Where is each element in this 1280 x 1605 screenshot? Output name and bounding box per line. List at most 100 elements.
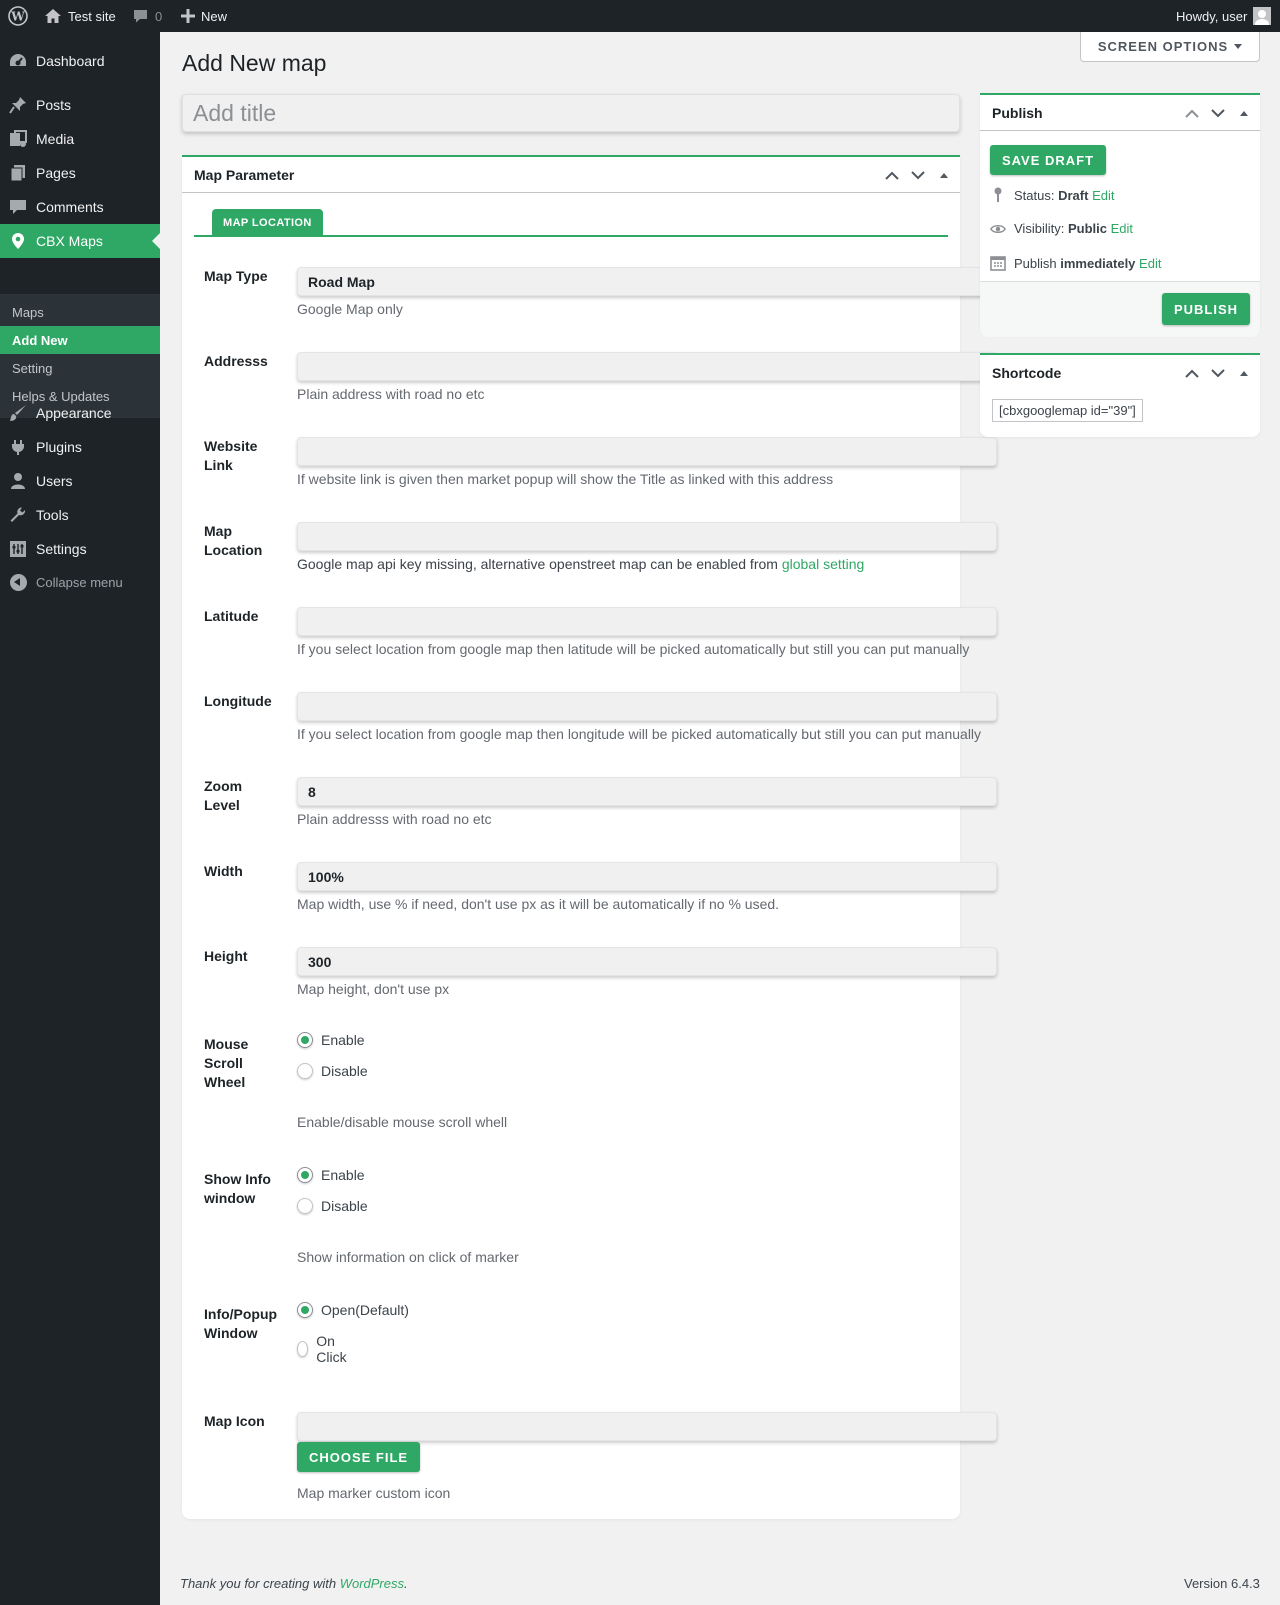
popup-open-radio[interactable]: Open(Default) bbox=[297, 1302, 409, 1318]
edit-date-link[interactable]: Edit bbox=[1139, 256, 1161, 271]
chevron-down-icon[interactable] bbox=[910, 167, 926, 183]
scroll-disable-radio[interactable]: Disable bbox=[297, 1063, 368, 1079]
map-type-select[interactable]: Road Map bbox=[297, 267, 997, 296]
infowin-enable-radio[interactable]: Enable bbox=[297, 1167, 365, 1183]
radio-unchecked-icon bbox=[297, 1063, 313, 1079]
submenu-add-new[interactable]: Add New bbox=[0, 326, 160, 354]
map-location-input[interactable] bbox=[297, 522, 997, 551]
infowin-disable-radio[interactable]: Disable bbox=[297, 1198, 368, 1214]
admin-sidebar: Dashboard Posts Media Pages Comments CBX… bbox=[0, 32, 160, 1605]
edit-visibility-link[interactable]: Edit bbox=[1111, 221, 1133, 236]
visibility-row: Visibility: Public Edit bbox=[990, 221, 1133, 236]
menu-label: Dashboard bbox=[36, 53, 105, 69]
visibility-value: Public bbox=[1067, 221, 1107, 236]
footer-version: Version 6.4.3 bbox=[1184, 1576, 1260, 1591]
submenu-setting[interactable]: Setting bbox=[12, 361, 52, 376]
svg-text:W: W bbox=[10, 10, 25, 24]
menu-users[interactable]: Users bbox=[0, 464, 160, 498]
comments-icon bbox=[0, 198, 36, 216]
website-link-input[interactable] bbox=[297, 437, 997, 466]
location-icon bbox=[0, 232, 36, 250]
menu-settings[interactable]: Settings bbox=[0, 532, 160, 566]
screen-options-button[interactable]: SCREEN OPTIONS bbox=[1080, 32, 1260, 62]
menu-plugins[interactable]: Plugins bbox=[0, 430, 160, 464]
status-label: Status: bbox=[1014, 187, 1055, 203]
collapse-menu-button[interactable]: Collapse menu bbox=[10, 574, 123, 591]
publish-title: Publish bbox=[992, 104, 1043, 121]
site-name-link[interactable]: Test site bbox=[44, 0, 116, 32]
settings-icon bbox=[0, 540, 36, 558]
menu-cbx-maps[interactable]: CBX Maps bbox=[0, 224, 160, 258]
menu-label: Tools bbox=[36, 507, 69, 523]
tab-map-location[interactable]: MAP LOCATION bbox=[212, 209, 323, 237]
menu-pages[interactable]: Pages bbox=[0, 156, 160, 190]
field-label: Width bbox=[204, 863, 243, 879]
menu-label: Plugins bbox=[36, 439, 82, 455]
scroll-enable-radio[interactable]: Enable bbox=[297, 1032, 365, 1048]
submenu-maps[interactable]: Maps bbox=[12, 305, 44, 320]
screen-options-label: SCREEN OPTIONS bbox=[1097, 39, 1229, 54]
radio-label: Enable bbox=[321, 1032, 365, 1048]
title-input[interactable]: Add title bbox=[182, 94, 960, 132]
wordpress-logo-icon[interactable]: W bbox=[8, 0, 28, 32]
longitude-input[interactable] bbox=[297, 692, 997, 721]
save-draft-button[interactable]: SAVE DRAFT bbox=[990, 145, 1106, 175]
menu-posts[interactable]: Posts bbox=[0, 88, 160, 122]
field-label: Map Type bbox=[204, 268, 268, 284]
collapse-triangle-icon[interactable] bbox=[1236, 105, 1252, 121]
field-label: Show Info window bbox=[204, 1171, 271, 1206]
map-parameter-header[interactable]: Map Parameter bbox=[182, 157, 960, 193]
field-label: Website Link bbox=[204, 438, 258, 473]
chevron-down-icon[interactable] bbox=[1210, 365, 1226, 381]
shortcode-value[interactable]: [cbxgooglemap id="39"] bbox=[992, 399, 1143, 422]
menu-comments[interactable]: Comments bbox=[0, 190, 160, 224]
radio-checked-icon bbox=[297, 1032, 313, 1048]
status-value: Draft bbox=[1058, 187, 1089, 203]
shortcode-header[interactable]: Shortcode bbox=[980, 355, 1260, 391]
caret-down-icon bbox=[1234, 44, 1243, 49]
field-label: Map Location bbox=[204, 523, 263, 558]
user-icon bbox=[0, 472, 36, 490]
radio-label: On Click bbox=[316, 1333, 347, 1365]
wordpress-link[interactable]: WordPress bbox=[340, 1576, 404, 1591]
field-label: Addresss bbox=[204, 353, 268, 369]
height-input[interactable]: 300 bbox=[297, 947, 997, 976]
map-icon-input[interactable] bbox=[297, 1412, 997, 1441]
media-icon bbox=[0, 130, 36, 148]
zoom-level-input[interactable]: 8 bbox=[297, 777, 997, 806]
field-description: Plain address with road no etc bbox=[297, 386, 485, 402]
field-label: Latitude bbox=[204, 608, 259, 624]
map-parameter-title: Map Parameter bbox=[194, 166, 295, 183]
latitude-input[interactable] bbox=[297, 607, 997, 636]
collapse-triangle-icon[interactable] bbox=[936, 167, 952, 183]
global-setting-link[interactable]: global setting bbox=[782, 556, 865, 572]
collapse-triangle-icon[interactable] bbox=[1236, 365, 1252, 381]
menu-label: Comments bbox=[36, 199, 104, 215]
chevron-down-icon[interactable] bbox=[1210, 105, 1226, 121]
menu-dashboard[interactable]: Dashboard bbox=[0, 44, 160, 78]
calendar-icon bbox=[990, 255, 1006, 271]
edit-status-link[interactable]: Edit bbox=[1092, 188, 1114, 203]
publish-button[interactable]: PUBLISH bbox=[1162, 293, 1250, 325]
field-description: Map width, use % if need, don't use px a… bbox=[297, 896, 780, 912]
shortcode-title: Shortcode bbox=[992, 365, 1062, 381]
comments-link[interactable]: 0 bbox=[132, 0, 162, 32]
menu-media[interactable]: Media bbox=[0, 122, 160, 156]
field-description: Show information on click of marker bbox=[297, 1249, 519, 1265]
new-content-link[interactable]: New bbox=[181, 0, 227, 32]
footer-thanks-text: Thank you for creating with bbox=[180, 1576, 340, 1591]
publish-value: immediately bbox=[1060, 255, 1136, 271]
choose-file-button[interactable]: CHOOSE FILE bbox=[297, 1442, 420, 1472]
my-account-link[interactable]: Howdy, user bbox=[1176, 0, 1272, 32]
popup-onclick-radio[interactable]: On Click bbox=[297, 1333, 351, 1365]
width-input[interactable]: 100% bbox=[297, 862, 997, 891]
chevron-up-icon[interactable] bbox=[884, 167, 900, 183]
address-input[interactable] bbox=[297, 352, 997, 381]
pin-icon bbox=[990, 187, 1006, 203]
chevron-up-icon[interactable] bbox=[1184, 365, 1200, 381]
publish-header[interactable]: Publish bbox=[980, 95, 1260, 131]
menu-appearance[interactable]: Appearance bbox=[0, 396, 160, 430]
menu-tools[interactable]: Tools bbox=[0, 498, 160, 532]
chevron-up-icon[interactable] bbox=[1184, 105, 1200, 121]
field-description: Map height, don't use px bbox=[297, 981, 450, 997]
